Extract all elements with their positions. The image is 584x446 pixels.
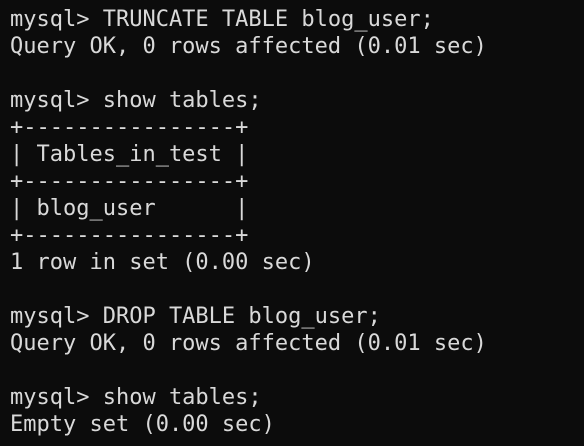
- output-row-count: 1 row in set (0.00 sec): [10, 250, 315, 275]
- table-header-row: | Tables_in_test |: [10, 142, 249, 167]
- table-border-top: +----------------+: [10, 115, 249, 140]
- command-line-show-tables: mysql> show tables;: [10, 385, 262, 410]
- table-row: | blog_user |: [10, 196, 249, 221]
- command-line-truncate: mysql> TRUNCATE TABLE blog_user;: [10, 7, 434, 32]
- command-line-drop-table: mysql> DROP TABLE blog_user;: [10, 304, 381, 329]
- table-border-header: +----------------+: [10, 169, 249, 194]
- output-query-ok: Query OK, 0 rows affected (0.01 sec): [10, 331, 487, 356]
- terminal-window[interactable]: mysql> TRUNCATE TABLE blog_user; Query O…: [0, 0, 584, 446]
- output-empty-set: Empty set (0.00 sec): [10, 412, 275, 437]
- command-line-show-tables: mysql> show tables;: [10, 88, 262, 113]
- table-border-bottom: +----------------+: [10, 223, 249, 248]
- output-query-ok: Query OK, 0 rows affected (0.01 sec): [10, 34, 487, 59]
